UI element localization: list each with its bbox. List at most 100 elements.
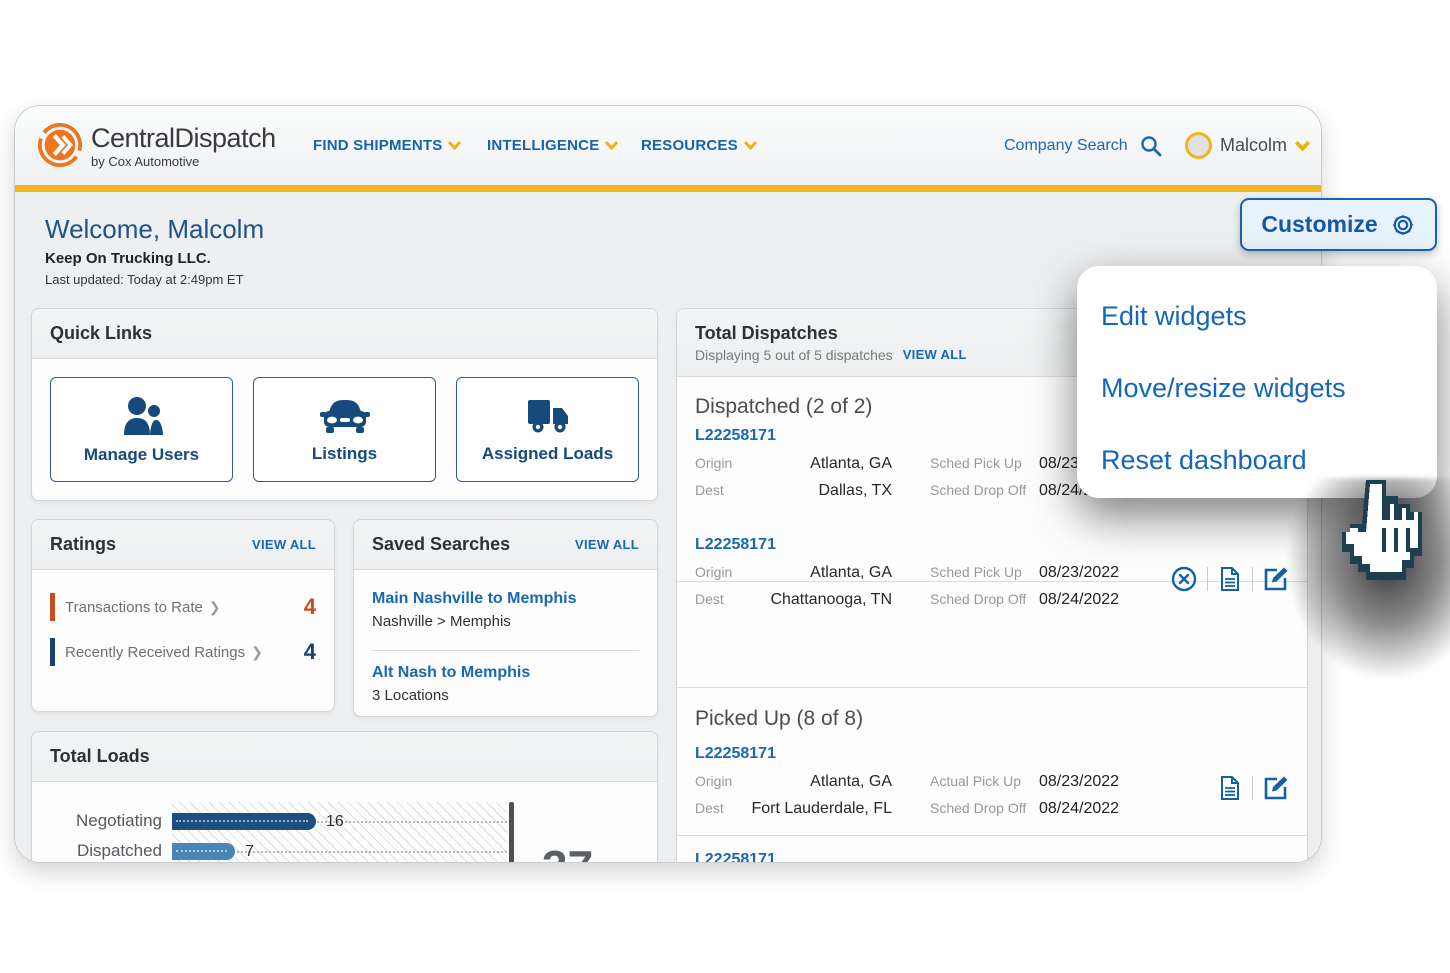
nav-intelligence[interactable]: INTELLIGENCE <box>487 106 618 185</box>
transactions-to-rate-item[interactable]: Transactions to Rate ❯ 4 <box>50 592 316 622</box>
total-loads-chart: Negotiating Dispatched 16 7 37 <box>32 782 657 863</box>
load-id-link[interactable]: L22258171 <box>695 536 776 554</box>
menu-item-edit-widgets[interactable]: Edit widgets <box>1101 280 1437 352</box>
saved-search-detail: 3 Locations <box>372 687 530 704</box>
load-id-link[interactable]: L22258171 <box>695 427 776 445</box>
user-name: Malcolm <box>1220 135 1287 156</box>
saved-searches-widget: Saved Searches VIEW ALL Main Nashville t… <box>353 519 658 717</box>
bar-label-negotiating: Negotiating <box>32 811 162 831</box>
customize-menu: Edit widgets Move/resize widgets Reset d… <box>1077 266 1437 498</box>
origin-label: Origin <box>695 455 732 471</box>
quick-links-tiles: Manage Users Listings <box>32 359 657 500</box>
cancel-dispatch-icon[interactable] <box>1171 566 1197 592</box>
recently-received-ratings-item[interactable]: Recently Received Ratings ❯ 4 <box>50 637 316 667</box>
dest-value: Chattanooga, TN <box>737 591 892 609</box>
dropoff-label: Sched Drop Off <box>930 800 1026 816</box>
saved-searches-header: Saved Searches VIEW ALL <box>354 520 657 570</box>
saved-search-item: Alt Nash to Memphis 3 Locations <box>372 664 530 704</box>
navy-bar <box>50 638 55 666</box>
saved-search-detail: Nashville > Memphis <box>372 613 576 630</box>
dropoff-label: Sched Drop Off <box>930 482 1026 498</box>
company-name: Keep On Trucking LLC. <box>45 250 211 267</box>
divider <box>677 687 1307 688</box>
saved-search-link[interactable]: Alt Nash to Memphis <box>372 664 530 682</box>
document-icon[interactable] <box>1218 566 1242 592</box>
chevron-right-icon: ❯ <box>251 644 263 661</box>
origin-label: Origin <box>695 773 732 789</box>
dropoff-label: Sched Drop Off <box>930 591 1026 607</box>
saved-search-link[interactable]: Main Nashville to Memphis <box>372 590 576 608</box>
pickup-label: Actual Pick Up <box>930 773 1021 789</box>
gear-icon <box>1390 212 1416 238</box>
nav-intelligence-label: INTELLIGENCE <box>487 137 599 154</box>
transactions-to-rate-count: 4 <box>304 594 316 620</box>
edit-icon[interactable] <box>1263 775 1289 801</box>
icon-separator <box>1252 567 1253 591</box>
saved-searches-title: Saved Searches <box>372 534 510 555</box>
listings-label: Listings <box>312 444 377 464</box>
total-loads-count: 37 <box>542 840 593 863</box>
pickup-label: Sched Pick Up <box>930 455 1022 471</box>
screenshot-stage: CentralDispatch by Cox Automotive FIND S… <box>0 0 1450 973</box>
brand-name: CentralDispatch <box>91 123 276 154</box>
ratings-widget: Ratings VIEW ALL Transactions to Rate ❯ … <box>31 519 335 712</box>
load-id-link[interactable]: L22258171 <box>695 851 776 863</box>
customize-label: Customize <box>1261 211 1377 238</box>
recently-received-ratings-count: 4 <box>304 639 316 665</box>
dest-label: Dest <box>695 482 724 498</box>
users-icon <box>118 395 166 437</box>
assigned-loads-tile[interactable]: Assigned Loads <box>456 377 639 482</box>
ratings-view-all-link[interactable]: VIEW ALL <box>252 537 316 552</box>
chevron-down-icon <box>605 141 618 150</box>
pickup-date: 08/23/2022 <box>1039 773 1119 791</box>
truck-icon <box>524 396 572 436</box>
company-search[interactable]: Company Search <box>1004 106 1162 185</box>
saved-search-item: Main Nashville to Memphis Nashville > Me… <box>372 590 576 630</box>
dropoff-date: 08/24/2022 <box>1039 800 1119 818</box>
chevron-down-icon <box>1295 141 1310 151</box>
search-icon <box>1140 135 1162 157</box>
edit-icon[interactable] <box>1263 566 1289 592</box>
nav-find-shipments-label: FIND SHIPMENTS <box>313 137 442 154</box>
dest-label: Dest <box>695 591 724 607</box>
pickup-label: Sched Pick Up <box>930 564 1022 580</box>
dest-label: Dest <box>695 800 724 816</box>
quick-links-widget: Quick Links Manage Users <box>31 308 658 501</box>
dest-value: Dallas, TX <box>737 482 892 500</box>
avatar <box>1185 132 1212 159</box>
chevron-down-icon <box>448 141 461 150</box>
quick-links-title: Quick Links <box>50 323 152 344</box>
bar-dispatched <box>172 843 235 860</box>
dispatches-subtitle: Displaying 5 out of 5 dispatches <box>695 347 893 363</box>
nav-find-shipments[interactable]: FIND SHIPMENTS <box>313 106 461 185</box>
nav-resources-label: RESOURCES <box>641 137 738 154</box>
page-title: Welcome, Malcolm <box>45 214 264 245</box>
saved-searches-view-all-link[interactable]: VIEW ALL <box>575 537 639 552</box>
customize-button[interactable]: Customize <box>1240 198 1437 251</box>
manage-users-label: Manage Users <box>84 445 199 465</box>
section-heading-picked-up: Picked Up (8 of 8) <box>695 707 863 731</box>
origin-value: Atlanta, GA <box>737 455 892 473</box>
last-updated: Last updated: Today at 2:49pm ET <box>45 272 244 287</box>
divider <box>372 650 639 651</box>
menu-item-move-resize-widgets[interactable]: Move/resize widgets <box>1101 352 1437 424</box>
user-menu[interactable]: Malcolm <box>1185 106 1310 185</box>
chart-axis-line <box>509 802 514 863</box>
pickup-date: 08/23/2022 <box>1039 564 1119 582</box>
ratings-title: Ratings <box>50 534 116 555</box>
chevron-down-icon <box>744 141 757 150</box>
document-icon[interactable] <box>1218 775 1242 801</box>
load-id-link[interactable]: L22258171 <box>695 745 776 763</box>
centraldispatch-logo-icon <box>37 122 83 168</box>
nav-resources[interactable]: RESOURCES <box>641 106 757 185</box>
recently-received-ratings-label: Recently Received Ratings <box>65 644 245 661</box>
dest-value: Fort Lauderdale, FL <box>737 800 892 818</box>
top-navigation: CentralDispatch by Cox Automotive FIND S… <box>15 106 1321 185</box>
manage-users-tile[interactable]: Manage Users <box>50 377 233 482</box>
listings-tile[interactable]: Listings <box>253 377 436 482</box>
hand-cursor-icon <box>1338 480 1430 608</box>
yellow-divider <box>15 185 1321 192</box>
dispatches-view-all-link[interactable]: VIEW ALL <box>903 347 967 362</box>
total-loads-header: Total Loads <box>32 732 657 782</box>
chevron-right-icon: ❯ <box>209 599 221 616</box>
